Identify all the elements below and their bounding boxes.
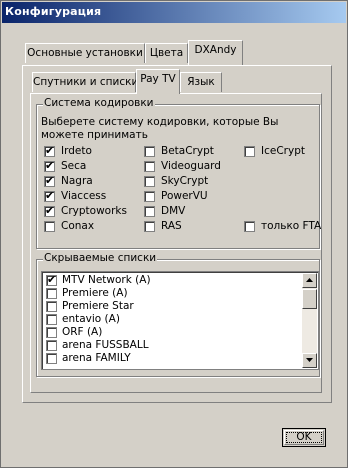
list-item-checkbox[interactable] [46,313,57,325]
checkbox-box[interactable]: ✔ [44,173,55,187]
list-item-checkbox[interactable]: ✔ [46,272,57,286]
check-icon: ✔ [45,203,55,217]
checkbox-box[interactable] [244,145,255,157]
tab-pay-tv-label: Pay TV [140,73,176,85]
listbox-scrollbar[interactable] [302,273,317,368]
checkbox-box[interactable] [144,145,155,157]
arrow-up-icon [306,278,313,282]
checkbox-box[interactable] [144,175,155,187]
tab-main-settings-label: Основные установки [27,47,143,59]
tab-dxandy[interactable]: DXAndy [188,40,243,65]
checkbox-label: только FTA [261,220,322,232]
list-item-checkbox[interactable] [46,326,57,338]
list-item-checkbox[interactable] [46,352,57,364]
checkbox-label: RAS [161,220,182,232]
checkbox-betacrypt[interactable]: BetaCrypt [144,145,214,157]
checkbox-powervu[interactable]: PowerVU [144,190,208,202]
check-icon: ✔ [45,158,55,172]
tab-colors[interactable]: Цвета [145,43,188,63]
tab-colors-label: Цвета [149,47,184,59]
encryption-group-title: Система кодировки [43,97,155,109]
list-item-label: entavio (A) [62,313,120,325]
scroll-thumb[interactable] [302,289,317,309]
checkbox-box[interactable]: ✔ [44,143,55,157]
checkbox-label: Conax [61,220,95,232]
check-icon: ✔ [47,272,57,286]
checkbox-label: Seca [61,160,87,172]
list-item-label: Premiere Star [62,300,134,312]
ok-button-label: OK [296,431,312,443]
checkbox-dmv[interactable]: DMV [144,205,185,217]
check-icon: ✔ [45,143,55,157]
tab-pay-tv[interactable]: Pay TV [136,69,180,94]
list-item[interactable]: arena FUSSBALL [46,339,149,351]
tab-satellites-lists[interactable]: Спутники и списки [32,72,139,92]
tab-language-label: Язык [187,76,215,88]
title-bar[interactable]: Конфигурация [2,2,346,23]
checkbox-irdeto[interactable]: ✔ Irdeto [44,143,92,157]
checkbox-box[interactable]: ✔ [44,188,55,202]
ok-button[interactable]: OK [282,428,326,447]
list-item-label: arena FUSSBALL [62,339,149,351]
checkbox-label: SkyCrypt [161,175,209,187]
hidden-lists-group-title: Скрываемые списки [43,252,158,264]
checkbox-viaccess[interactable]: ✔ Viaccess [44,188,107,202]
list-item[interactable]: Premiere Star [46,300,134,312]
tab-dxandy-label: DXAndy [194,44,237,56]
window-title: Конфигурация [5,5,102,18]
list-item[interactable]: arena FAMILY [46,352,131,364]
list-item-checkbox[interactable] [46,287,57,299]
checkbox-label: Irdeto [61,145,92,157]
checkbox-ras[interactable]: RAS [144,220,182,232]
list-item-label: arena FAMILY [62,352,131,364]
list-item-label: Premiere (A) [62,287,128,299]
checkbox-label: Viaccess [61,190,107,202]
list-item[interactable]: Premiere (A) [46,287,128,299]
hidden-lists-listbox[interactable]: ✔ MTV Network (A) Premiere (A) Premiere Sta… [41,271,319,370]
checkbox-label: Videoguard [161,160,221,172]
list-item[interactable]: entavio (A) [46,313,120,325]
checkbox-box[interactable] [44,220,55,232]
checkbox-seca[interactable]: ✔ Seca [44,158,87,172]
checkbox-nagra[interactable]: ✔ Nagra [44,173,93,187]
tab-language[interactable]: Язык [180,72,222,92]
scroll-up-button[interactable] [302,273,317,288]
check-icon: ✔ [45,173,55,187]
list-item[interactable]: ✔ MTV Network (A) [46,272,151,286]
tab-satellites-lists-label: Спутники и списки [33,76,139,88]
checkbox-label: Nagra [61,175,93,187]
checkbox-skycrypt[interactable]: SkyCrypt [144,175,208,187]
scroll-down-button[interactable] [302,353,317,368]
checkbox-label: Cryptoworks [61,205,127,217]
checkbox-box[interactable]: ✔ [44,158,55,172]
arrow-down-icon [306,358,313,362]
checkbox-box[interactable] [144,220,155,232]
list-item-checkbox[interactable] [46,339,57,351]
checkbox-label: PowerVU [161,190,208,202]
list-item-checkbox[interactable] [46,300,57,312]
checkbox-videoguard[interactable]: Videoguard [144,160,221,172]
checkbox-label: DMV [161,205,186,217]
checkbox-box[interactable] [144,160,155,172]
list-item-label: ORF (A) [62,326,103,338]
checkbox-только-fta[interactable]: только FTA [244,220,321,232]
checkbox-box[interactable] [144,190,155,202]
checkbox-box[interactable]: ✔ [44,203,55,217]
list-item[interactable]: ORF (A) [46,326,102,338]
checkbox-label: BetaCrypt [161,145,214,157]
checkbox-box[interactable] [144,205,155,217]
checkbox-box[interactable] [244,220,255,232]
encryption-description: Выберете систему кодировки, которые Вы м… [41,116,279,141]
check-icon: ✔ [45,188,55,202]
list-item-label: MTV Network (A) [62,274,151,286]
checkbox-cryptoworks[interactable]: ✔ Cryptoworks [44,203,127,217]
checkbox-label: IceCrypt [261,145,305,157]
checkbox-conax[interactable]: Conax [44,220,94,232]
checkbox-icecrypt[interactable]: IceCrypt [244,145,305,157]
tab-main-settings[interactable]: Основные установки [25,43,145,63]
